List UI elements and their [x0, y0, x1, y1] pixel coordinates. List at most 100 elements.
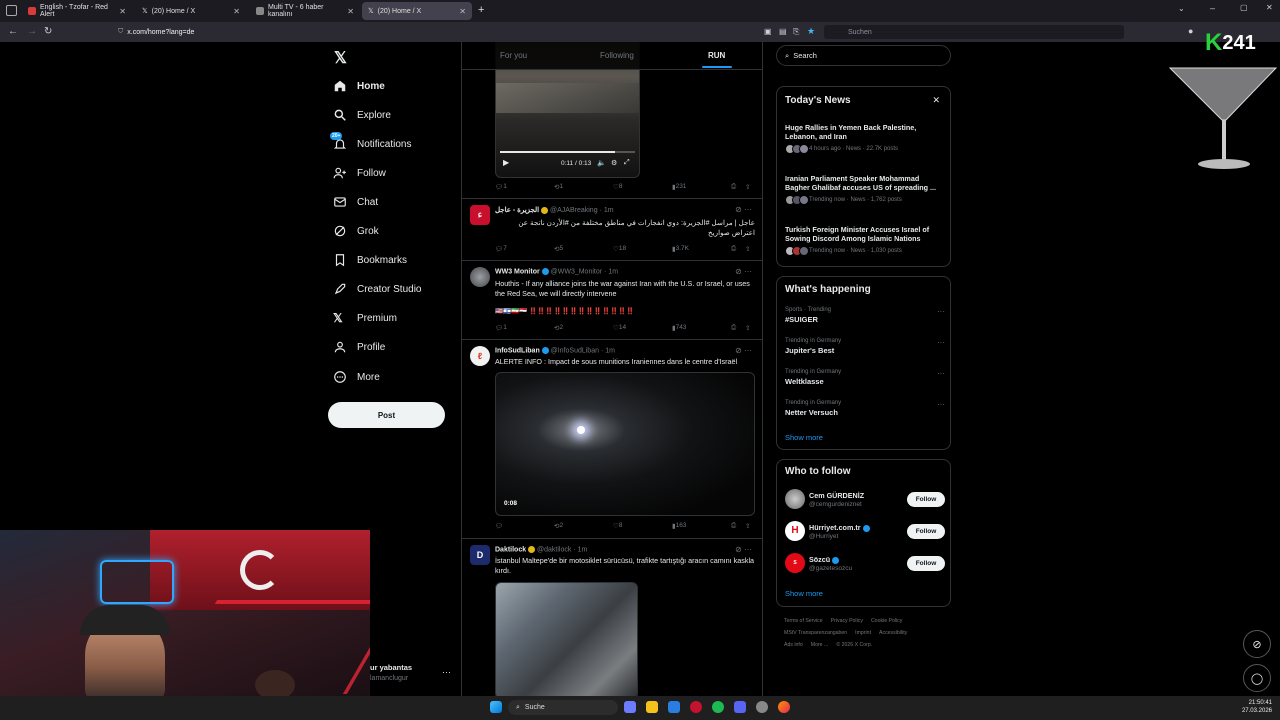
new-tab-icon[interactable]: + — [478, 4, 484, 16]
close-window-icon[interactable]: ✕ — [1266, 3, 1273, 12]
tweet-time[interactable]: 1m — [604, 207, 614, 214]
video-progress-track[interactable] — [500, 151, 635, 153]
minimize-icon[interactable]: – — [1210, 3, 1215, 13]
grok-icon[interactable]: ⊘ ··· — [735, 346, 752, 355]
bookmark-icon[interactable]: ⎙ — [731, 183, 736, 191]
like-button[interactable]: ♡ 8 — [613, 522, 622, 530]
trend-item[interactable]: Trending in Germany Netter Versuch ··· — [785, 400, 945, 417]
tweet-ww3monitor[interactable]: WW3 Monitor @WW3_Monitor · 1m ⊘ ··· Hout… — [462, 261, 762, 340]
views-button[interactable]: ▮ 231 — [672, 183, 686, 191]
footer-link[interactable]: MStV Transparenzangaben — [784, 630, 847, 636]
nav-home[interactable]: Home — [333, 76, 385, 96]
tweet-time[interactable]: 1m — [608, 268, 618, 275]
spotify-icon[interactable] — [712, 701, 724, 713]
follow-button[interactable]: Follow — [907, 492, 945, 507]
discord-icon[interactable] — [734, 701, 746, 713]
footer-link[interactable]: Ads info — [784, 642, 803, 648]
obs-icon[interactable] — [756, 701, 768, 713]
account-name[interactable]: Sözcü — [809, 555, 840, 564]
video-player[interactable]: 0:08 — [495, 372, 755, 516]
trend-item[interactable]: Trending in Germany Jupiter's Best ··· — [785, 338, 945, 355]
firefox-icon[interactable] — [778, 701, 790, 713]
repost-button[interactable]: ⟲ 2 — [554, 522, 563, 530]
share-icon[interactable]: ⇧ — [745, 245, 750, 253]
tweet-image[interactable] — [495, 582, 638, 696]
avatar[interactable]: ℓ — [470, 346, 490, 366]
start-icon[interactable] — [490, 701, 502, 713]
close-tab-icon[interactable]: ✕ — [233, 7, 240, 16]
nav-grok[interactable]: Grok — [333, 221, 379, 241]
views-button[interactable]: ▮ 743 — [672, 324, 686, 332]
nav-notifications[interactable]: 20+ Notifications — [330, 132, 411, 154]
author-handle[interactable]: @WW3_Monitor — [551, 268, 602, 275]
trend-item[interactable]: Trending in Germany Weltklasse ··· — [785, 369, 945, 386]
follow-suggestion[interactable]: S Sözcü @gazetesozcu Follow — [785, 553, 945, 575]
like-button[interactable]: ♡ 14 — [613, 324, 626, 332]
avatar[interactable]: ء — [470, 205, 490, 225]
author-handle[interactable]: @InfoSudLiban — [551, 347, 599, 354]
back-icon[interactable]: ← — [8, 26, 18, 37]
author-name[interactable]: InfoSudLiban — [495, 347, 540, 354]
nav-premium[interactable]: 𝕏 Premium — [333, 308, 397, 328]
author-name[interactable]: Daktilock — [495, 546, 526, 553]
show-more-link[interactable]: Show more — [785, 589, 823, 598]
sozcu-logo-icon[interactable]: S — [785, 553, 805, 573]
close-tab-icon[interactable]: ✕ — [347, 7, 354, 16]
account-name[interactable]: Cem GÜRDENİZ — [809, 491, 864, 500]
repost-button[interactable]: ⟲ 2 — [554, 324, 563, 332]
news-item[interactable]: Turkish Foreign Minister Accuses Israel … — [785, 225, 943, 256]
follow-suggestion[interactable]: H Hürriyet.com.tr @Hurriyet Follow — [785, 521, 945, 543]
reply-button[interactable]: 💬︎ 7 — [495, 245, 507, 253]
share-icon[interactable]: ⎘ — [793, 27, 799, 37]
footer-link[interactable]: Terms of Service — [784, 618, 823, 624]
tab-run[interactable]: RUN — [708, 51, 725, 60]
browser-tab-1[interactable]: English - Tzofar - Red Alert ✕ — [22, 2, 132, 20]
x-logo-icon[interactable]: 𝕏 — [334, 48, 347, 68]
reload-icon[interactable]: ↻ — [44, 26, 52, 37]
tweet-time[interactable]: 1m — [605, 347, 615, 354]
account-menu-icon[interactable]: ··· — [442, 667, 451, 677]
taskbar-search[interactable]: ⌕ Suche — [508, 700, 618, 715]
grok-icon[interactable]: ⊘ ··· — [735, 267, 752, 276]
footer-link[interactable]: More ... — [811, 642, 829, 648]
search-input[interactable]: ⌕ Search — [776, 45, 951, 66]
nav-explore[interactable]: Explore — [333, 105, 391, 125]
close-icon[interactable]: ✕ — [932, 95, 940, 106]
messages-fab-icon[interactable]: ◯ — [1243, 664, 1271, 692]
address-bar[interactable]: ⛉ x.com/home?lang=de — [118, 25, 758, 39]
maximize-icon[interactable]: ▢ — [1240, 3, 1248, 12]
reply-button[interactable]: 💬︎ 1 — [495, 183, 507, 191]
bookmark-icon[interactable]: ⎙ — [731, 522, 736, 530]
follow-button[interactable]: Follow — [907, 556, 945, 571]
teams-icon[interactable] — [624, 701, 636, 713]
news-item[interactable]: Huge Rallies in Yemen Back Palestine, Le… — [785, 123, 943, 154]
nav-chat[interactable]: Chat — [333, 192, 378, 212]
avatar[interactable]: D — [470, 545, 490, 565]
edge-icon[interactable] — [668, 701, 680, 713]
tweet-daktilock[interactable]: D Daktilock @daktilock · 1m ⊘ ··· İstanb… — [462, 539, 762, 696]
forward-icon[interactable]: → — [27, 26, 37, 37]
grok-icon[interactable]: ⊘ ··· — [735, 205, 752, 214]
tweet-time[interactable]: 1m — [578, 546, 588, 553]
views-button[interactable]: ▮ 163 — [672, 522, 686, 530]
nav-profile[interactable]: Profile — [333, 337, 385, 357]
close-tab-icon[interactable]: ✕ — [119, 7, 126, 16]
browser-search-input[interactable]: Suchen — [824, 25, 1124, 39]
fullscreen-icon[interactable]: ⤢ — [624, 159, 630, 167]
author-name[interactable]: WW3 Monitor — [495, 268, 540, 275]
grok-icon[interactable]: ⊘ ··· — [735, 545, 752, 554]
like-button[interactable]: ♡ 8 — [613, 183, 622, 191]
repost-button[interactable]: ⟲ 5 — [554, 245, 563, 253]
sidebar-toggle-icon[interactable] — [6, 5, 17, 16]
account-name[interactable]: ur yabantas — [370, 663, 412, 672]
author-handle[interactable]: @AJABreaking — [550, 207, 598, 214]
footer-link[interactable]: Privacy Policy — [831, 618, 863, 624]
browser-tab-2[interactable]: 𝕏 (20) Home / X ✕ — [136, 2, 246, 20]
avatar[interactable] — [785, 489, 805, 509]
more-icon[interactable]: ··· — [937, 400, 945, 409]
more-icon[interactable]: ··· — [937, 338, 945, 347]
close-tab-icon[interactable]: ✕ — [459, 7, 466, 16]
grok-fab-icon[interactable]: ⊘ — [1243, 630, 1271, 658]
nav-bookmarks[interactable]: Bookmarks — [333, 250, 407, 270]
browser-tab-3[interactable]: Multi TV - 6 haber kanalını ✕ — [250, 2, 360, 20]
